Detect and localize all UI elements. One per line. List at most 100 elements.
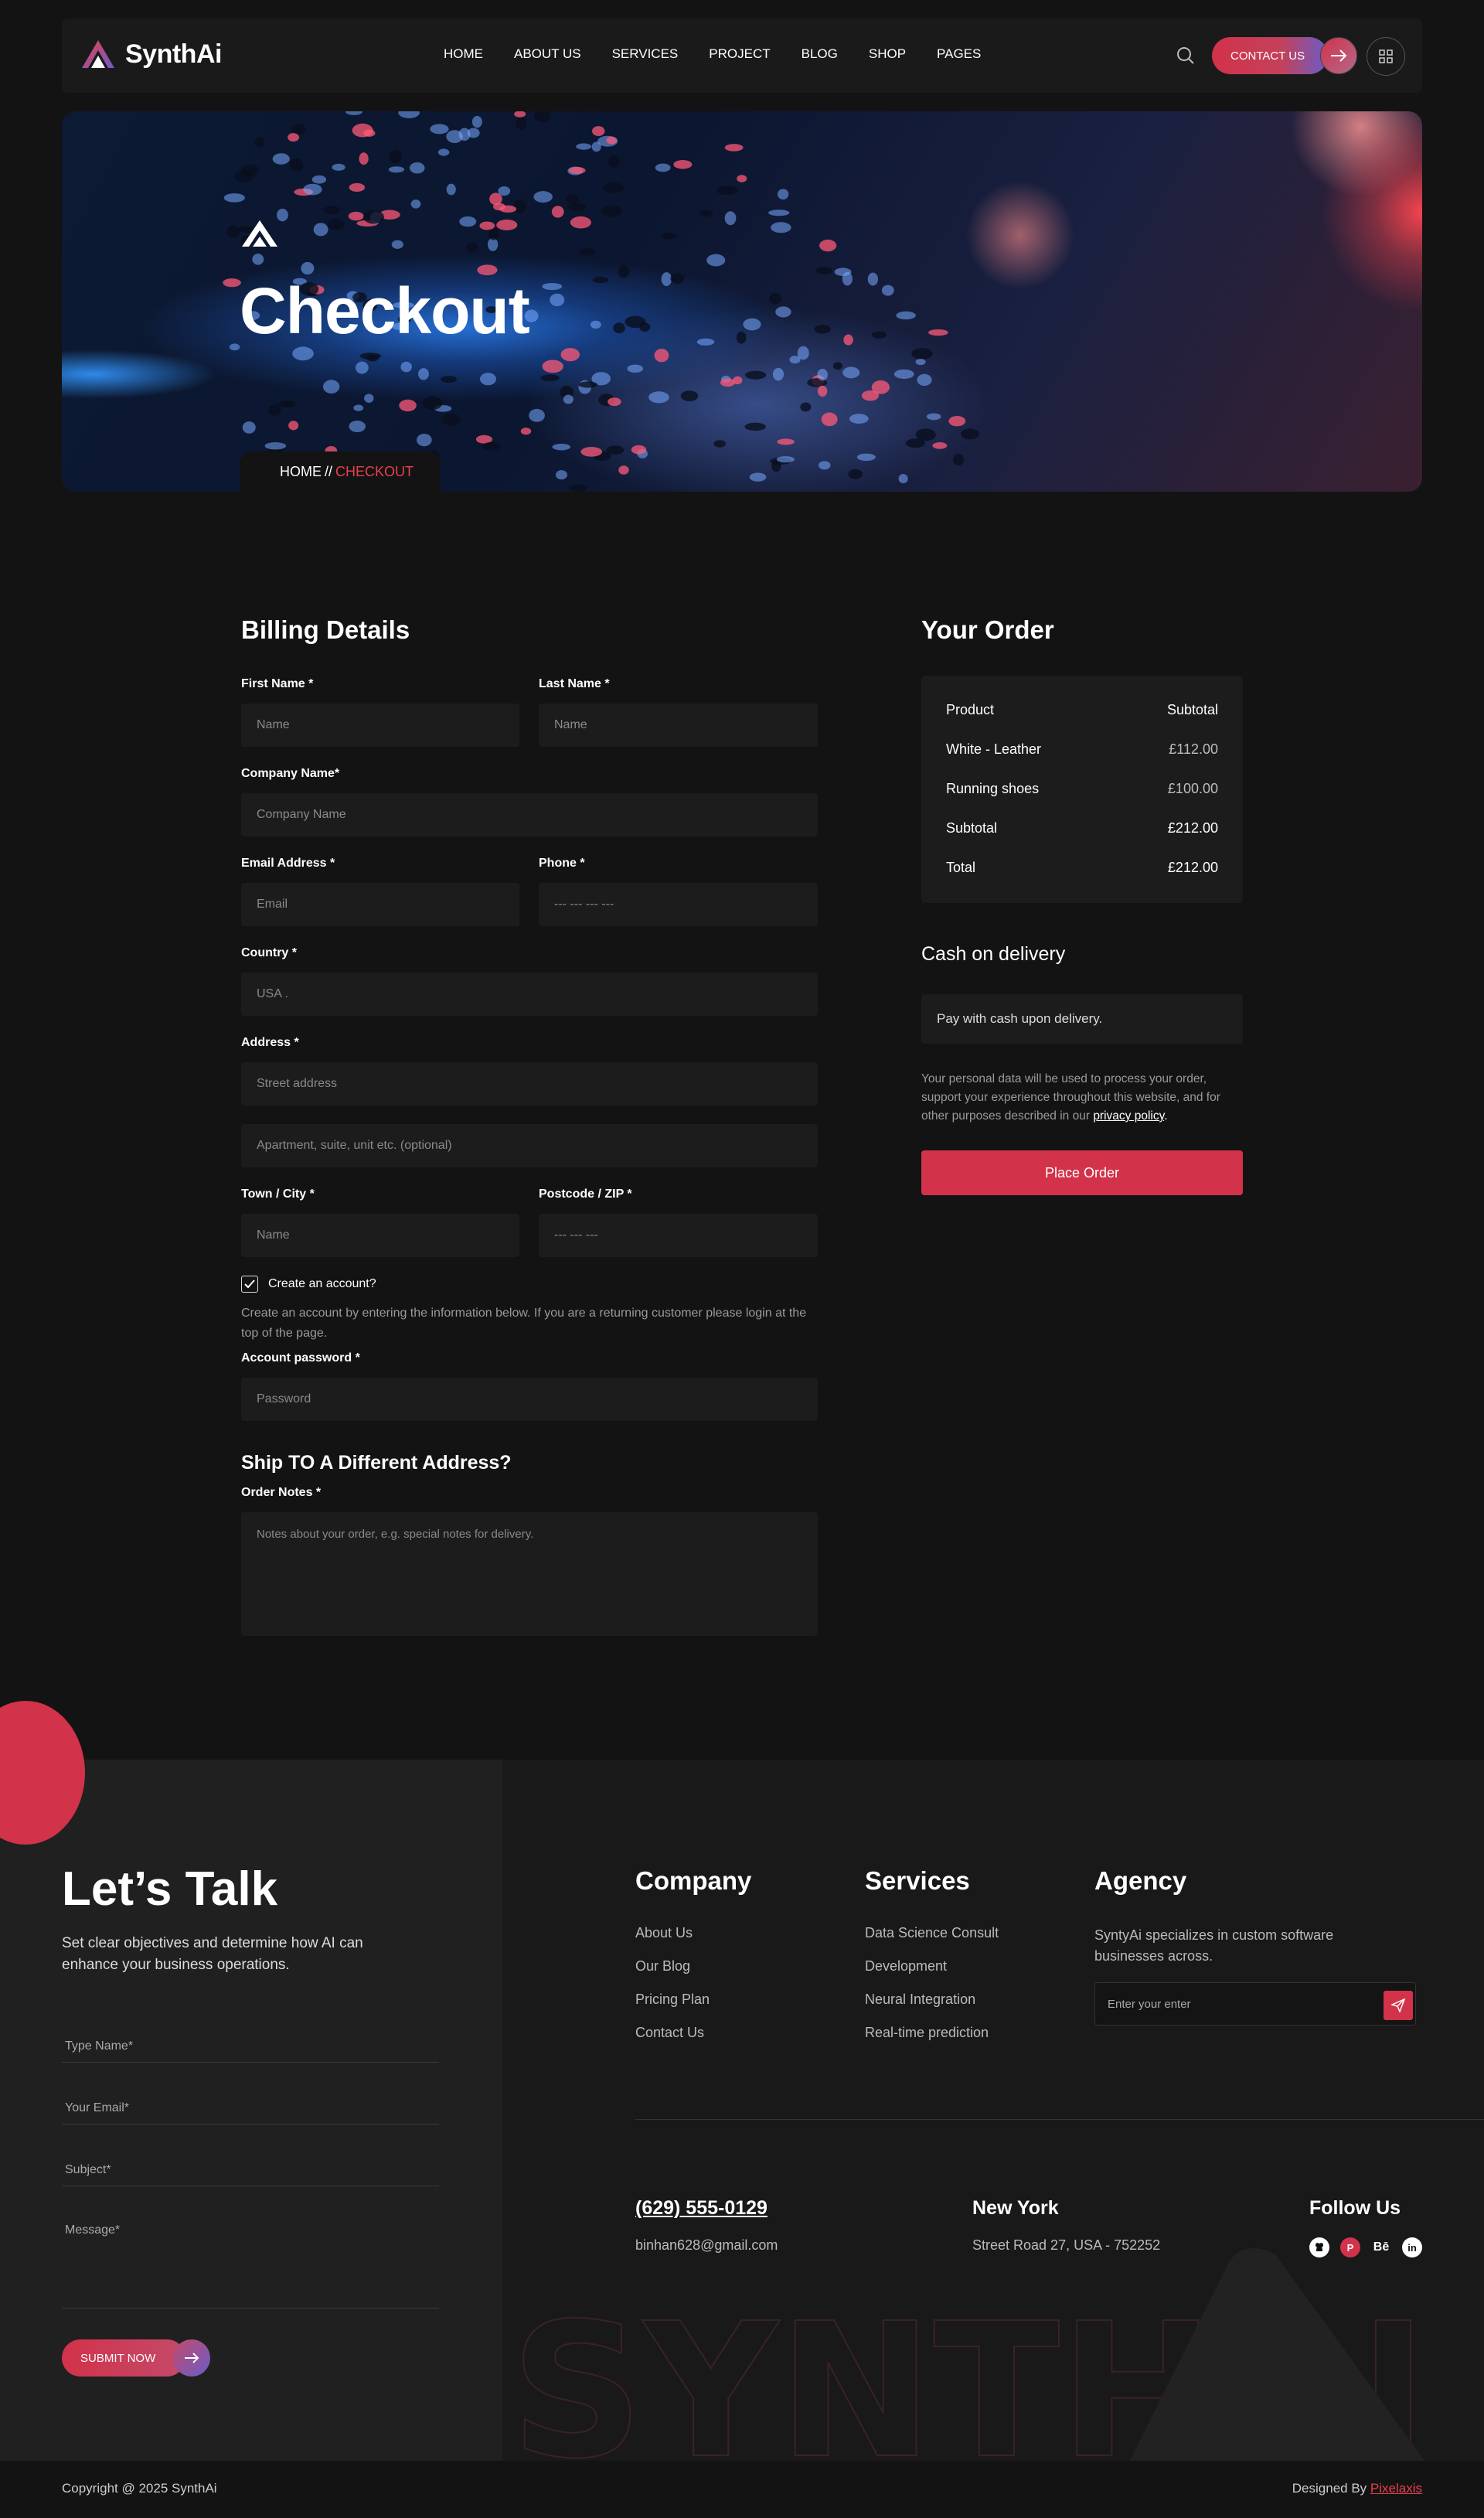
last-name-label: Last Name * (539, 677, 610, 690)
create-account-note: Create an account by entering the inform… (241, 1307, 807, 1340)
email-input[interactable]: Email (241, 883, 519, 926)
first-name-input[interactable]: Name (241, 704, 519, 747)
company-label: Company Name* (241, 767, 340, 780)
order-notes-textarea[interactable]: Notes about your order, e.g. special not… (241, 1512, 818, 1636)
footer-link-data-science[interactable]: Data Science Consult (865, 1925, 999, 1941)
pinterest-icon[interactable]: P (1340, 2237, 1360, 2257)
search-icon[interactable] (1175, 45, 1196, 66)
designer-link[interactable]: Pixelaxis (1370, 2481, 1422, 2496)
newsletter-input[interactable]: Enter your enter (1094, 1982, 1416, 2026)
address-label: Address * (241, 1036, 299, 1049)
designed-by: Designed By Pixelaxis (1292, 2481, 1422, 2496)
password-input[interactable]: Password (241, 1378, 818, 1421)
social-links: P Bē in (1309, 2237, 1422, 2257)
total-label: Total (946, 860, 976, 875)
street-address-input[interactable]: Street address (241, 1062, 818, 1106)
menu-project[interactable]: PROJECT (709, 46, 770, 62)
copyright-text: Copyright @ 2025 SynthAi (62, 2481, 217, 2496)
linkedin-icon[interactable]: in (1402, 2237, 1422, 2257)
item-name: White - Leather (946, 741, 1042, 757)
footer-phone[interactable]: (629) 555-0129 (635, 2197, 768, 2220)
hero-banner: Checkout HOME // CHECKOUT (62, 111, 1422, 492)
order-total-row: Total £212.00 (946, 860, 1218, 876)
privacy-policy-link[interactable]: privacy policy (1093, 1109, 1164, 1123)
your-order-title: Your Order (921, 615, 1054, 644)
billing-title: Billing Details (241, 615, 410, 644)
town-input[interactable]: Name (241, 1214, 519, 1257)
breadcrumb-current: CHECKOUT (335, 463, 414, 479)
menu-pages[interactable]: PAGES (937, 46, 981, 62)
postcode-input[interactable]: --- --- --- (539, 1214, 818, 1257)
top-navbar: SynthAi HOME ABOUT US SERVICES PROJECT B… (62, 19, 1422, 93)
postcode-label: Postcode / ZIP * (539, 1187, 632, 1201)
company-input[interactable]: Company Name (241, 793, 818, 836)
footer-link-about[interactable]: About Us (635, 1925, 693, 1941)
footer-divider (635, 2119, 1484, 2120)
menu-blog[interactable]: BLOG (802, 46, 838, 62)
submit-button[interactable]: SUBMIT NOW (62, 2339, 186, 2377)
subtotal-value: £212.00 (1167, 820, 1218, 836)
payment-method-title: Cash on delivery (921, 943, 1066, 965)
menu-home[interactable]: HOME (444, 46, 483, 62)
footer-link-neural[interactable]: Neural Integration (865, 1992, 975, 2008)
order-summary-table: Product Subtotal White - Leather £112.00… (921, 676, 1243, 903)
phone-label: Phone * (539, 857, 585, 870)
behance-icon[interactable]: Bē (1371, 2237, 1391, 2257)
breadcrumb-separator: // (325, 463, 333, 479)
message-field[interactable]: Message* (62, 2216, 439, 2308)
country-select[interactable]: USA . (241, 973, 818, 1016)
phone-input[interactable]: --- --- --- --- (539, 883, 818, 926)
footer-link-realtime[interactable]: Real-time prediction (865, 2025, 989, 2041)
contact-arrow-button[interactable] (1320, 37, 1357, 74)
logo[interactable]: SynthAi (80, 39, 222, 70)
name-field[interactable]: Type Name* (62, 2030, 439, 2063)
submit-arrow-button[interactable] (173, 2339, 210, 2377)
checkmark-icon (244, 1279, 255, 1289)
item-name: Running shoes (946, 781, 1040, 796)
first-name-label: First Name * (241, 677, 314, 690)
ship-different-title: Ship TO A Different Address? (241, 1452, 512, 1474)
order-item-row: Running shoes £100.00 (946, 781, 1218, 797)
newsletter-send-button[interactable] (1384, 1991, 1413, 2020)
last-name-input[interactable]: Name (539, 704, 818, 747)
city-title: New York (972, 2197, 1059, 2219)
send-icon (1391, 1998, 1405, 2012)
footer-link-development[interactable]: Development (865, 1958, 947, 1975)
apartment-input[interactable]: Apartment, suite, unit etc. (optional) (241, 1124, 818, 1167)
github-icon[interactable] (1309, 2237, 1329, 2257)
subject-field[interactable]: Subject* (62, 2154, 439, 2186)
header-subtotal: Subtotal (1166, 702, 1218, 717)
privacy-text: Your personal data will be used to proce… (921, 1072, 1220, 1123)
order-subtotal-row: Subtotal £212.00 (946, 820, 1218, 836)
email-label: Email Address * (241, 857, 335, 870)
footer-email[interactable]: binhan628@gmail.com (635, 2237, 778, 2254)
copyright-bar: Copyright @ 2025 SynthAi Designed By Pix… (0, 2461, 1484, 2518)
logo-text: SynthAi (125, 39, 222, 69)
lets-talk-title: Let’s Talk (62, 1862, 278, 1916)
email-field[interactable]: Your Email* (62, 2092, 439, 2124)
follow-us-title: Follow Us (1309, 2197, 1401, 2219)
menu-services[interactable]: SERVICES (612, 46, 679, 62)
create-account-label[interactable]: Create an account? (268, 1277, 376, 1291)
footer-links-panel: SYNTHAI (502, 1760, 1484, 2461)
street-address: Street Road 27, USA - 752252 (972, 2237, 1161, 2253)
place-order-button[interactable]: Place Order (921, 1150, 1243, 1195)
arrow-right-icon (185, 2353, 199, 2363)
town-label: Town / City * (241, 1187, 315, 1201)
create-account-checkbox[interactable] (241, 1276, 258, 1293)
subtotal-label: Subtotal (946, 820, 998, 836)
menu-shop[interactable]: SHOP (869, 46, 906, 62)
contact-us-button[interactable]: CONTACT US (1212, 37, 1328, 74)
footer-link-contact[interactable]: Contact Us (635, 2025, 704, 2041)
company-title: Company (635, 1866, 752, 1895)
breadcrumb-home[interactable]: HOME (280, 464, 322, 480)
menu-about[interactable]: ABOUT US (514, 46, 581, 62)
grid-menu-button[interactable] (1367, 37, 1405, 76)
item-price: £112.00 (1169, 741, 1218, 757)
footer-link-blog[interactable]: Our Blog (635, 1958, 690, 1975)
order-notes-label: Order Notes * (241, 1486, 322, 1499)
item-price: £100.00 (1167, 781, 1218, 796)
country-label: Country * (241, 946, 297, 959)
main-menu: HOME ABOUT US SERVICES PROJECT BLOG SHOP… (444, 46, 981, 62)
footer-link-pricing[interactable]: Pricing Plan (635, 1992, 710, 2008)
